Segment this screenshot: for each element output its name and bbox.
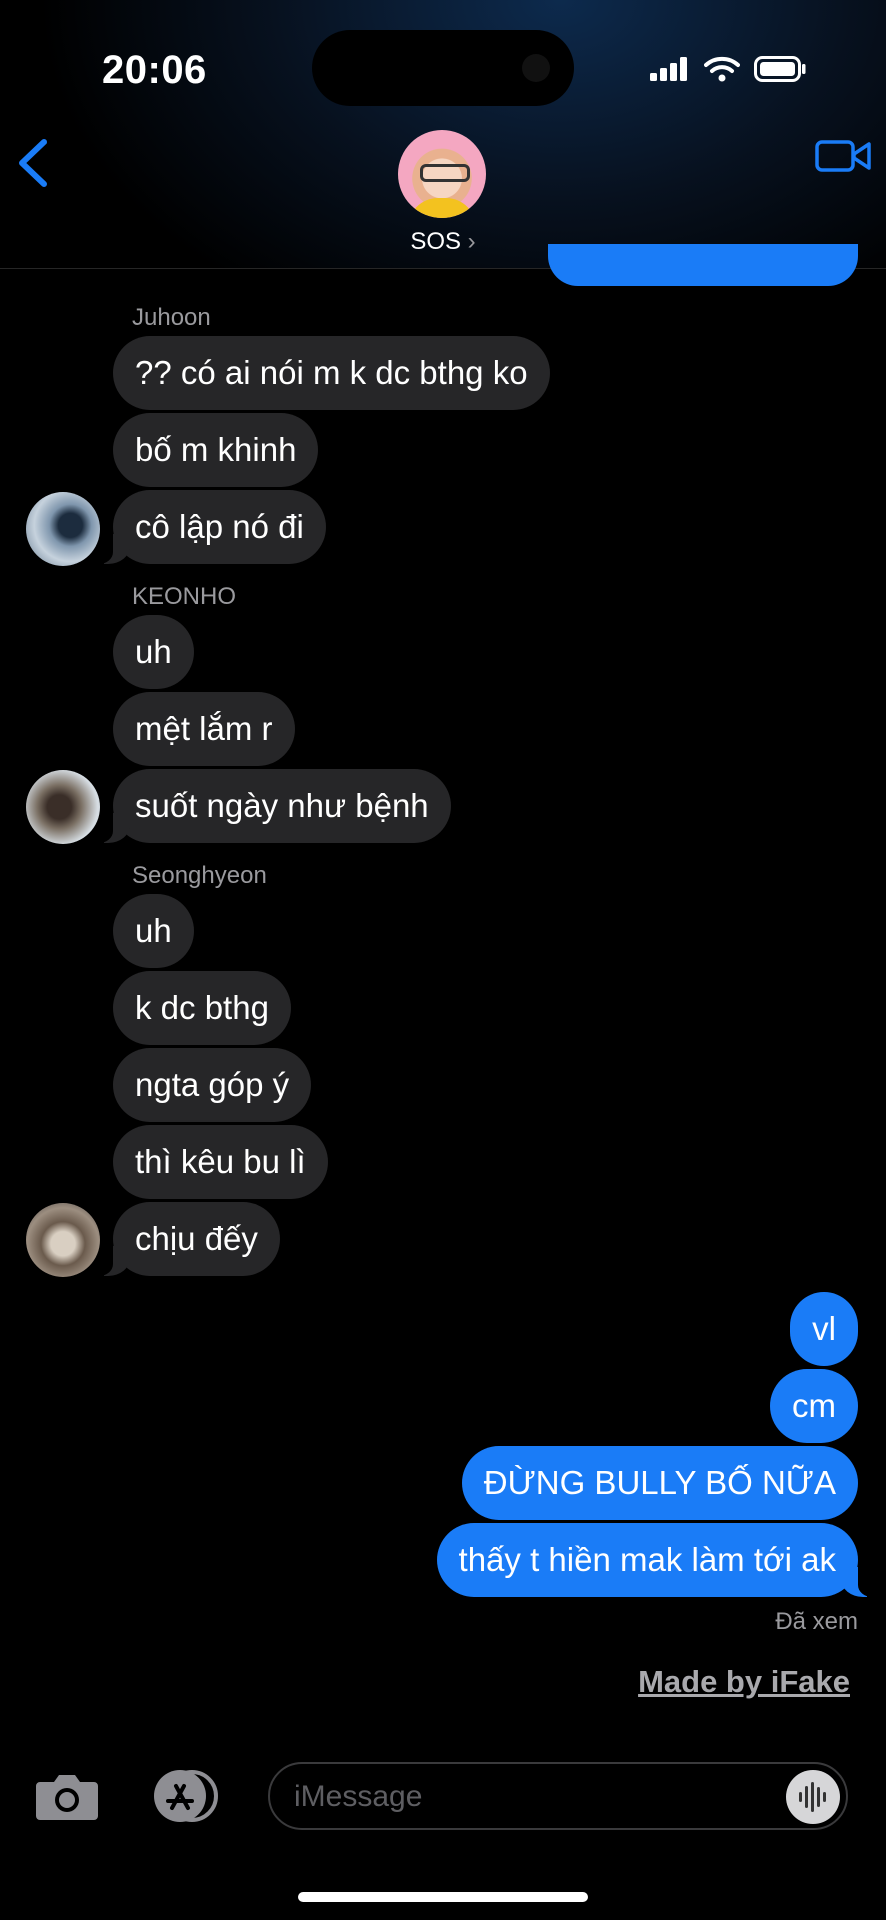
message-bubble-outgoing[interactable]: cm: [770, 1369, 858, 1443]
video-camera-icon[interactable]: [814, 134, 872, 178]
message-bubble-outgoing[interactable]: ĐỪNG BULLY BỐ NỮA: [461, 1446, 858, 1520]
message-bubble-outgoing[interactable]: vl: [790, 1292, 858, 1366]
group-name: SOS: [410, 228, 461, 255]
sender-avatar[interactable]: [26, 770, 100, 844]
signal-icon: [650, 57, 687, 81]
group-avatar[interactable]: [398, 130, 486, 218]
app-store-icon[interactable]: [146, 1768, 224, 1824]
chevron-right-icon: ›: [467, 228, 476, 255]
sender-name: KEONHO: [132, 583, 237, 610]
camera-icon[interactable]: [34, 1770, 100, 1822]
avatar-shirt-shape: [408, 198, 476, 218]
message-bubble-incoming[interactable]: ngta góp ý: [113, 1048, 312, 1122]
message-bubble-incoming[interactable]: mệt lắm r: [113, 692, 295, 766]
message-bubble-incoming[interactable]: thì kêu bu lì: [113, 1125, 328, 1199]
input-placeholder: iMessage: [294, 1780, 423, 1813]
message-bubble-incoming[interactable]: cô lập nó đi: [91, 490, 326, 564]
message-bubble-outgoing[interactable]: thấy t hiền mak làm tới ak: [436, 1523, 881, 1597]
sender-name: Juhoon: [132, 304, 211, 331]
front-camera-icon: [522, 54, 550, 82]
sender-avatar[interactable]: [26, 492, 100, 566]
imessage-input[interactable]: iMessage: [268, 1762, 848, 1830]
sender-name: Seonghyeon: [132, 862, 267, 889]
message-bubble-incoming[interactable]: bố m khinh: [113, 413, 319, 487]
sender-avatar[interactable]: [26, 1203, 100, 1277]
message-bubble-incoming[interactable]: uh: [113, 894, 194, 968]
message-bubble-incoming[interactable]: k dc bthg: [113, 971, 291, 1045]
audio-waveform-icon[interactable]: [786, 1770, 840, 1824]
outgoing-bubble-partial: [548, 244, 858, 286]
message-bubble-incoming[interactable]: ?? có ai nói m k dc bthg ko: [113, 336, 550, 410]
battery-icon: [754, 56, 806, 82]
composer-bar: iMessage: [0, 1740, 886, 1920]
status-time: 20:06: [102, 48, 207, 92]
avatar-glasses-shape: [420, 164, 470, 182]
home-indicator[interactable]: [298, 1892, 588, 1902]
message-bubble-incoming[interactable]: chịu đếy: [91, 1202, 280, 1276]
read-receipt: Đã xem: [775, 1608, 858, 1635]
watermark-text: Made by iFake: [638, 1664, 850, 1699]
status-bar: 20:06: [0, 0, 886, 130]
wifi-icon: [704, 56, 740, 82]
back-chevron-icon[interactable]: [14, 136, 54, 190]
message-bubble-incoming[interactable]: uh: [113, 615, 194, 689]
status-icons: [650, 56, 806, 82]
dynamic-island: [312, 30, 574, 106]
message-bubble-incoming[interactable]: suốt ngày như bệnh: [91, 769, 451, 843]
